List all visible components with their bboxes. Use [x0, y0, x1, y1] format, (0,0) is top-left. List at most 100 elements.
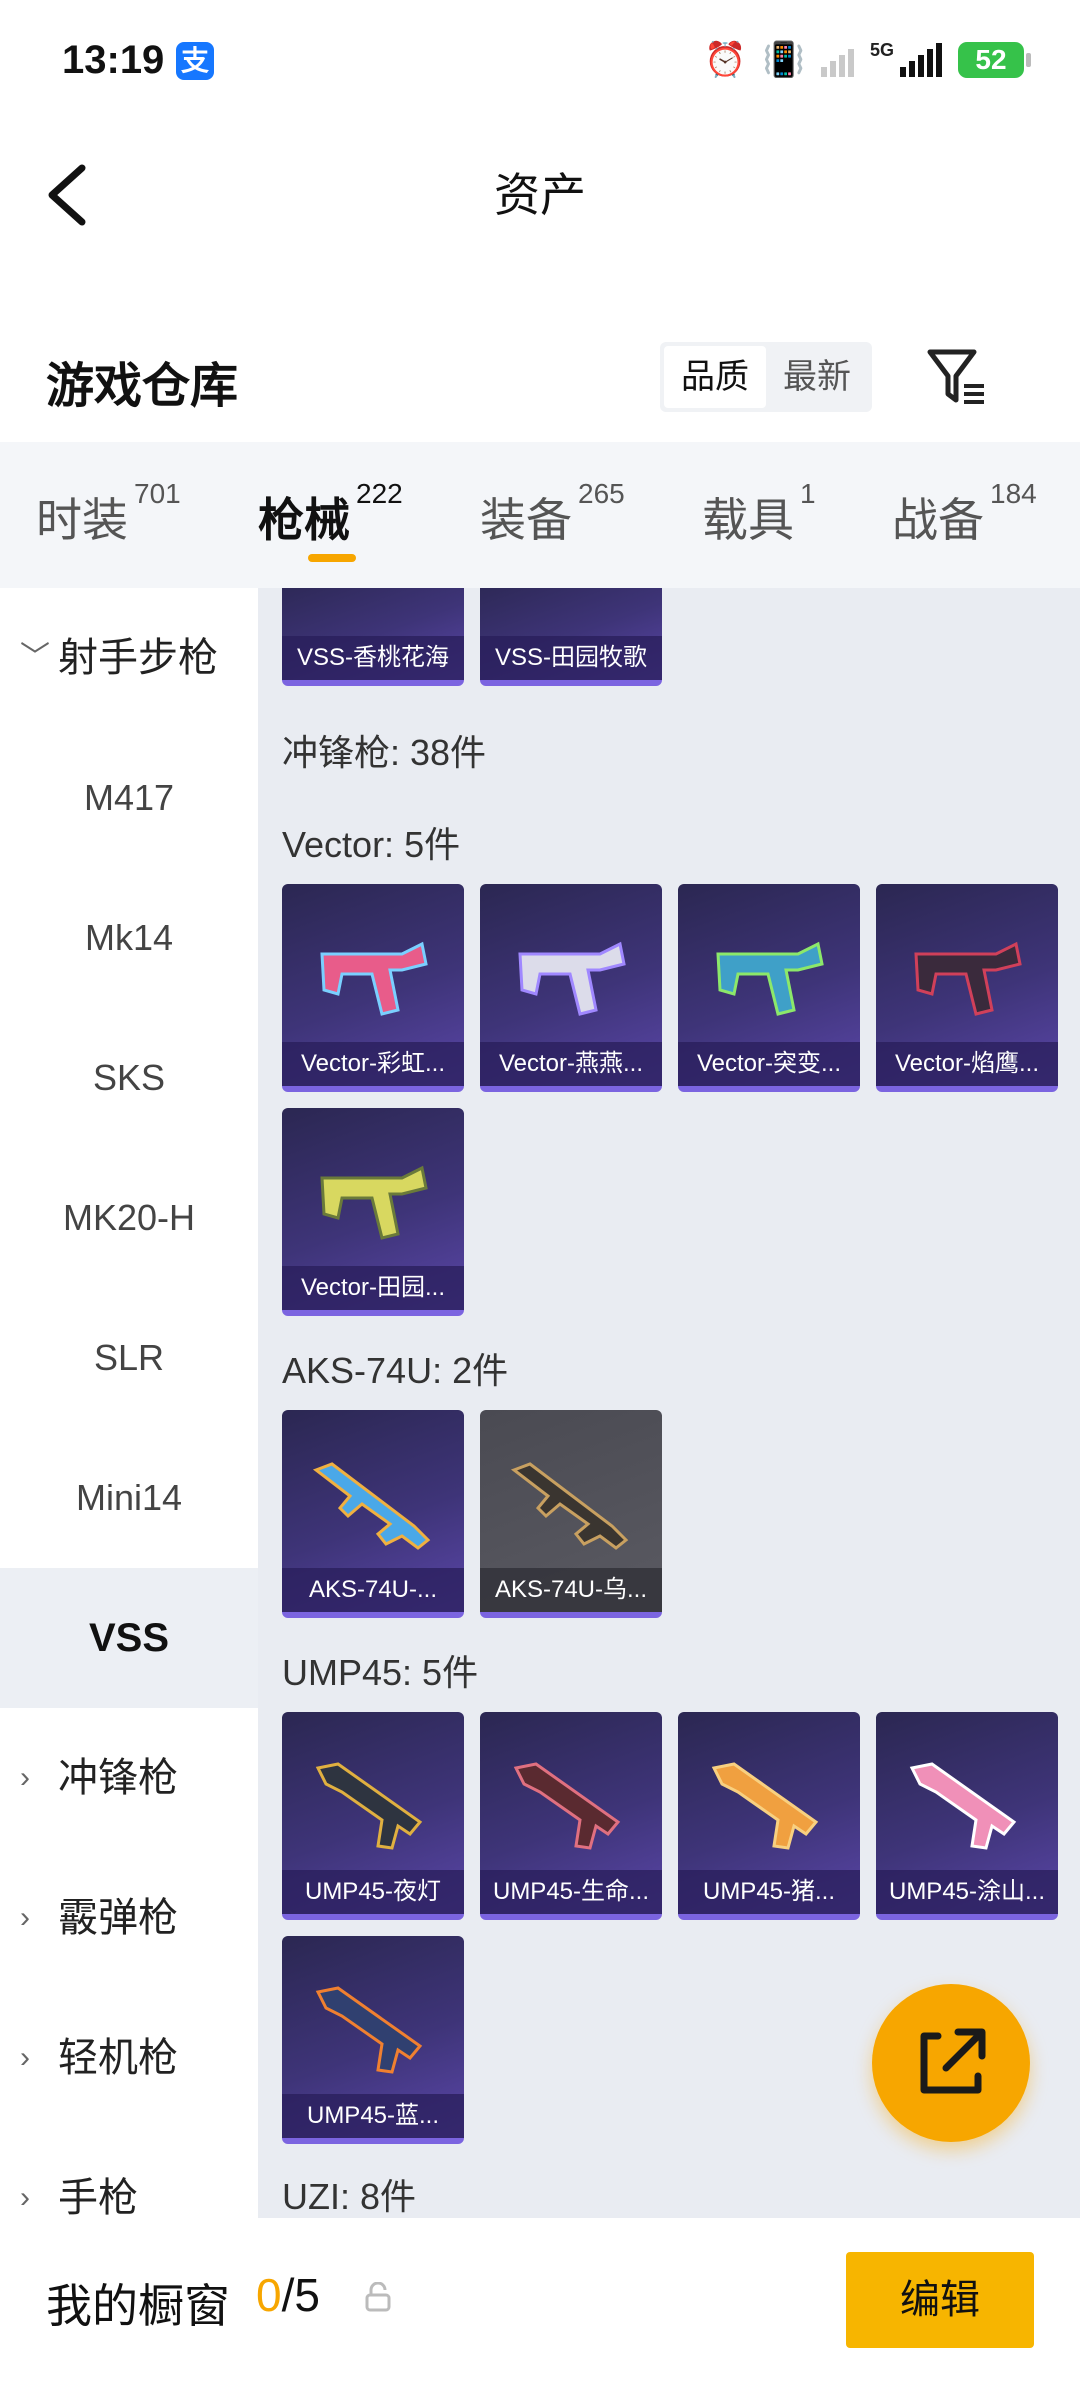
- sidebar-group-label: 射手步枪: [58, 636, 218, 680]
- tab-label: 枪械: [258, 494, 350, 546]
- smg-icon: [518, 941, 626, 1016]
- showcase-bar: 我的橱窗 0/5 编辑: [0, 2218, 1080, 2382]
- filter-icon: [927, 349, 984, 404]
- skin-card[interactable]: AKS-74U-...: [282, 1410, 464, 1618]
- nav-bar: 资产: [0, 120, 1080, 260]
- sidebar-item-mini14[interactable]: Mini14: [0, 1428, 258, 1568]
- skin-card[interactable]: Vector-彩虹...: [282, 884, 464, 1092]
- smg-icon: [320, 1165, 428, 1240]
- weapon-group-title: Vector: 5件: [282, 824, 461, 865]
- chevron-right-icon: ›: [20, 1761, 30, 1794]
- skin-card-label: Vector-彩虹...: [282, 1042, 464, 1086]
- skin-card-label: AKS-74U-...: [282, 1568, 464, 1612]
- tab-count: 265: [578, 478, 625, 509]
- skin-card-label: Vector-突变...: [678, 1042, 860, 1086]
- skin-card-label: UMP45-蓝...: [282, 2094, 464, 2138]
- page-title: 资产: [494, 169, 586, 221]
- alipay-icon: 支: [176, 42, 214, 80]
- sidebar-item-m417[interactable]: M417: [0, 728, 258, 868]
- active-tab-indicator: [308, 554, 356, 562]
- signal-sim2-icon: [900, 43, 942, 77]
- smg-icon: [909, 1762, 1017, 1850]
- sidebar-group-label: 手枪: [58, 2176, 138, 2218]
- status-bar: 13:19 支 ⏰ 📳 5G 52: [0, 0, 1080, 120]
- skin-card[interactable]: AKS-74U-乌...: [480, 1410, 662, 1618]
- tab-count: 222: [356, 478, 403, 509]
- smg-icon: [315, 1986, 423, 2074]
- sort-option-latest[interactable]: 最新: [766, 346, 868, 408]
- sidebar-item-mk20h[interactable]: MK20-H: [0, 1148, 258, 1288]
- showcase-total: /5: [281, 2269, 320, 2321]
- weapon-group-title: UMP45: 5件: [282, 1652, 479, 1693]
- skin-card-label: UMP45-涂山...: [876, 1870, 1058, 1914]
- tab-fashion[interactable]: 时装701: [36, 478, 181, 550]
- skin-card[interactable]: UMP45-涂山...: [876, 1712, 1058, 1920]
- sidebar-item-vss[interactable]: VSS: [0, 1568, 258, 1708]
- tab-vehicles[interactable]: 载具1: [702, 478, 816, 550]
- skin-card-label: Vector-焰鹰...: [876, 1042, 1058, 1086]
- sidebar-group-marksman-rifle[interactable]: ﹀ 射手步枪: [0, 588, 258, 728]
- sidebar-group-shotgun[interactable]: › 霰弹枪: [0, 1848, 258, 1988]
- category-count-header: 冲锋枪: 38件: [282, 732, 487, 773]
- smg-icon: [315, 1762, 423, 1850]
- signal-sim1-icon: [820, 43, 854, 77]
- sidebar-item-slr[interactable]: SLR: [0, 1288, 258, 1428]
- skin-card-label: VSS-田园牧歌: [480, 636, 662, 680]
- battery-icon: 52: [958, 42, 1031, 78]
- weapon-group-title: AKS-74U: 2件: [282, 1350, 509, 1391]
- tab-label: 载具: [702, 494, 794, 546]
- tab-label: 装备: [480, 494, 572, 546]
- skin-card[interactable]: VSS-香桃花海: [282, 588, 464, 686]
- warehouse-title: 游戏仓库: [46, 360, 239, 413]
- showcase-label: 我的橱窗: [46, 2280, 230, 2332]
- sort-toggle: 品质 最新: [660, 342, 872, 412]
- category-tabs: 时装701 枪械222 装备265 载具1 战备184: [0, 442, 1080, 588]
- skin-card[interactable]: Vector-田园...: [282, 1108, 464, 1316]
- share-button[interactable]: [872, 1984, 1030, 2142]
- skin-card-label: Vector-燕燕...: [480, 1042, 662, 1086]
- tab-weapons[interactable]: 枪械222: [258, 478, 403, 550]
- showcase-current: 0: [256, 2269, 282, 2321]
- weapon-type-sidebar: ﹀ 射手步枪 M417 Mk14 SKS MK20-H SLR Mini14 VS…: [0, 588, 258, 2218]
- skin-card-label: UMP45-猪...: [678, 1870, 860, 1914]
- skin-card[interactable]: UMP45-夜灯: [282, 1712, 464, 1920]
- tab-equipment[interactable]: 装备265: [480, 478, 625, 550]
- skin-card[interactable]: Vector-突变...: [678, 884, 860, 1092]
- sidebar-group-lmg[interactable]: › 轻机枪: [0, 1988, 258, 2128]
- tab-count: 701: [134, 478, 181, 509]
- edit-button[interactable]: 编辑: [846, 2252, 1034, 2348]
- smg-icon: [513, 1762, 621, 1850]
- vibrate-icon: 📳: [762, 41, 805, 79]
- skin-card[interactable]: VSS-田园牧歌: [480, 588, 662, 686]
- showcase-count: 0/5: [256, 2268, 320, 2322]
- warehouse-header: 游戏仓库 品质 最新: [0, 318, 1080, 438]
- skin-card[interactable]: UMP45-蓝...: [282, 1936, 464, 2144]
- sort-option-quality[interactable]: 品质: [664, 346, 766, 408]
- chevron-right-icon: ›: [20, 2181, 30, 2214]
- skin-card[interactable]: Vector-焰鹰...: [876, 884, 1058, 1092]
- sidebar-group-label: 冲锋枪: [58, 1756, 178, 1800]
- status-time: 13:19: [62, 38, 165, 82]
- skin-card[interactable]: UMP45-猪...: [678, 1712, 860, 1920]
- smg-icon: [716, 941, 824, 1016]
- skin-card-label: AKS-74U-乌...: [480, 1568, 662, 1612]
- smg-icon: [914, 941, 1022, 1016]
- sidebar-item-sks[interactable]: SKS: [0, 1008, 258, 1148]
- alarm-icon: ⏰: [704, 41, 747, 79]
- chevron-right-icon: ›: [20, 1901, 30, 1934]
- item-grid-area: VSS-香桃花海 VSS-田园牧歌 冲锋枪: 38件 Vector: 5件 Ve…: [258, 588, 1080, 2218]
- skin-card-label: UMP45-生命...: [480, 1870, 662, 1914]
- sidebar-group-label: 轻机枪: [58, 2036, 178, 2080]
- skin-card[interactable]: UMP45-生命...: [480, 1712, 662, 1920]
- sidebar-item-mk14[interactable]: Mk14: [0, 868, 258, 1008]
- rifle-icon: [312, 1462, 431, 1550]
- smg-icon: [320, 941, 428, 1016]
- tab-label: 时装: [36, 494, 128, 546]
- sidebar-group-smg[interactable]: › 冲锋枪: [0, 1708, 258, 1848]
- skin-card[interactable]: Vector-燕燕...: [480, 884, 662, 1092]
- sidebar-group-pistol[interactable]: › 手枪: [0, 2128, 258, 2218]
- tab-combat-supplies[interactable]: 战备184: [892, 478, 1037, 550]
- filter-button[interactable]: [924, 342, 988, 412]
- status-icons: ⏰ 📳 5G 52: [704, 40, 1031, 80]
- share-external-icon: [920, 2028, 986, 2094]
